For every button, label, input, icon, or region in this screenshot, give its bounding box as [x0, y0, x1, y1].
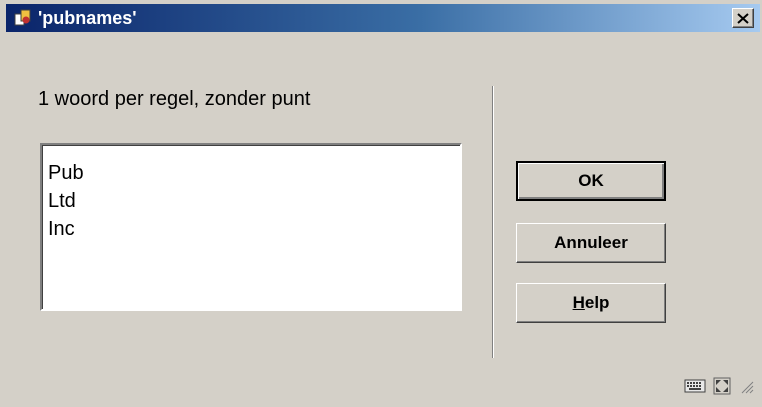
size-grip-icon[interactable]	[738, 378, 754, 399]
resize-icon[interactable]	[712, 376, 732, 401]
status-icons	[684, 376, 754, 401]
close-icon	[737, 12, 749, 24]
help-button-label: Help	[573, 293, 610, 313]
list-item[interactable]: Pub	[48, 159, 460, 187]
vertical-divider	[492, 86, 494, 358]
ok-button[interactable]: OK	[516, 161, 666, 201]
cancel-button-label: Annuleer	[554, 233, 628, 252]
ok-button-label: OK	[578, 171, 604, 190]
dialog-window: 'pubnames' 1 woord per regel, zonder pun…	[0, 0, 762, 407]
app-icon	[12, 7, 34, 29]
keyboard-icon[interactable]	[684, 378, 706, 399]
cancel-button[interactable]: Annuleer	[516, 223, 666, 263]
list-item[interactable]: Ltd	[48, 187, 460, 215]
window-title: 'pubnames'	[38, 7, 137, 28]
help-label-rest: elp	[584, 293, 610, 312]
words-listbox[interactable]: Pub Ltd Inc	[40, 143, 462, 311]
help-button[interactable]: Help	[516, 283, 666, 323]
instruction-label: 1 woord per regel, zonder punt	[38, 88, 311, 110]
help-accelerator: H	[572, 293, 585, 312]
close-button[interactable]	[732, 8, 754, 28]
title-bar[interactable]: 'pubnames'	[6, 4, 760, 32]
list-item[interactable]: Inc	[48, 215, 460, 243]
